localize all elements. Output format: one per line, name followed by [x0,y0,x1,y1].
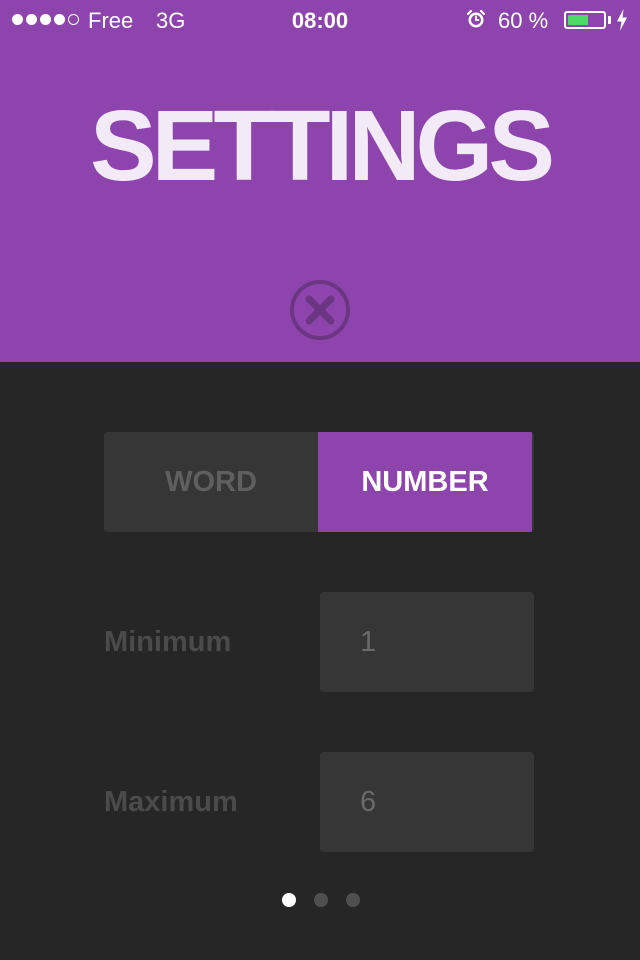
page-dot-1[interactable] [282,893,296,907]
status-bar: Free 3G 08:00 60 % [0,0,640,40]
segment-word[interactable]: WORD [104,432,318,532]
battery-tip [608,16,611,24]
alarm-clock-icon [466,9,486,28]
segment-number[interactable]: NUMBER [318,432,532,532]
minimum-input[interactable] [320,592,534,692]
page-dot-3[interactable] [346,893,360,907]
page-title: SETTINGS [89,90,555,202]
maximum-label: Maximum [104,786,238,818]
mode-segmented-control: WORD NUMBER [104,432,534,532]
charging-bolt-icon [617,9,627,31]
maximum-input[interactable] [320,752,534,852]
battery-icon [564,11,606,29]
page-indicator [282,893,360,907]
close-icon[interactable] [288,278,352,342]
page-dot-2[interactable] [314,893,328,907]
battery-level [568,15,588,25]
minimum-label: Minimum [104,626,232,658]
battery-percent: 60 % [498,8,549,33]
header: Free 3G 08:00 60 % SETTINGS [0,0,640,362]
